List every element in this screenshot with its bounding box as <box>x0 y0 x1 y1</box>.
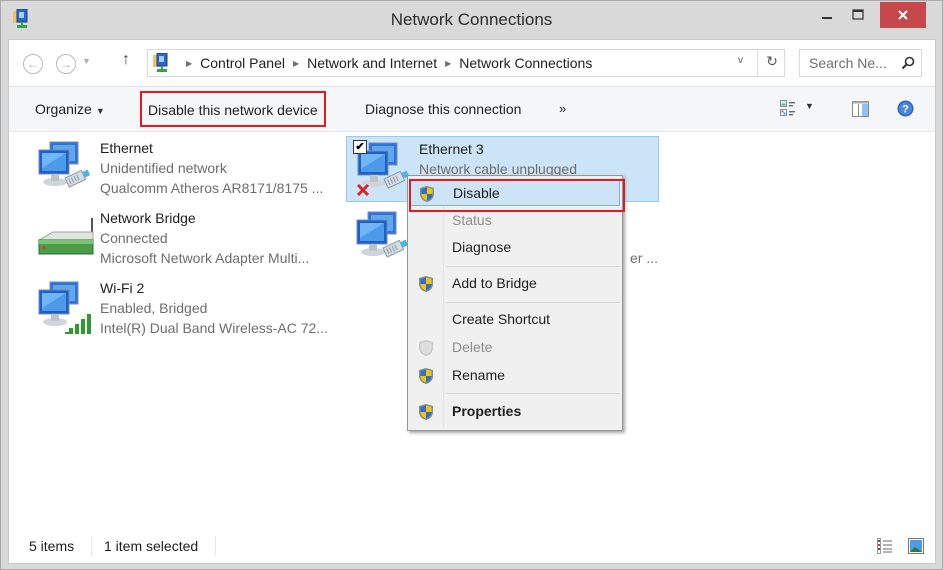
menu-item-delete[interactable]: Delete <box>410 335 620 361</box>
item-selection-checkbox[interactable]: ✔ <box>353 140 367 154</box>
help-icon[interactable]: ? <box>897 100 914 117</box>
menu-item-create-shortcut[interactable]: Create Shortcut <box>410 307 620 333</box>
view-options-chevron-icon[interactable]: ▼ <box>805 101 814 111</box>
breadcrumb-separator-icon[interactable]: ▶ <box>445 59 451 68</box>
details-view-icon[interactable] <box>877 538 893 554</box>
uac-shield-icon <box>419 368 433 384</box>
maximize-button[interactable] <box>844 1 872 29</box>
chevron-down-icon: ▼ <box>95 106 105 116</box>
up-button[interactable]: ↑ <box>122 51 130 69</box>
uac-shield-disabled-icon <box>419 340 433 356</box>
breadcrumb-network-connections[interactable]: Network Connections <box>459 55 592 71</box>
uac-shield-icon <box>419 276 433 292</box>
recent-locations-dropdown[interactable]: ▼ <box>82 56 91 66</box>
preview-pane-icon[interactable] <box>852 101 869 117</box>
title-bar[interactable]: Network Connections <box>1 1 942 39</box>
uac-shield-icon <box>419 404 433 420</box>
menu-item-label: Status <box>452 212 492 228</box>
menu-item-label: Delete <box>452 339 493 355</box>
wireless-network-icon <box>38 281 91 334</box>
network-bridge-icon <box>37 218 94 255</box>
item-count: 5 items <box>29 538 75 554</box>
back-arrow-icon: ← <box>27 57 39 71</box>
connection-device: Microsoft Network Adapter Multi... <box>100 250 310 266</box>
connection-device: Qualcomm Atheros AR8171/8175 ... <box>100 180 324 196</box>
breadcrumb-separator-icon[interactable]: ▶ <box>186 59 192 68</box>
search-placeholder: Search Ne... <box>809 55 887 71</box>
connection-name: Network Bridge <box>100 210 196 226</box>
close-button[interactable] <box>880 2 926 28</box>
connection-name: Ethernet <box>100 140 153 156</box>
menu-separator <box>446 302 620 303</box>
menu-item-properties[interactable]: Properties <box>410 399 620 425</box>
menu-item-label: Rename <box>452 367 505 383</box>
search-icon <box>901 56 915 70</box>
context-menu: Disable Status Diagnose Add to Bridge Cr… <box>407 175 625 431</box>
wired-network-icon <box>356 211 409 258</box>
connection-item-network-bridge[interactable]: Network Bridge Connected Microsoft Netwo… <box>35 210 345 278</box>
connection-status: Enabled, Bridged <box>100 300 208 316</box>
minimize-icon <box>822 17 832 19</box>
navigation-bar: ← → ▼ ↑ ▶ Control Panel ▶ Network and In… <box>9 40 935 86</box>
window-title: Network Connections <box>390 10 553 29</box>
minimize-button[interactable] <box>813 1 841 29</box>
connection-status: Unidentified network <box>100 160 227 176</box>
menu-item-label: Add to Bridge <box>452 275 537 291</box>
menu-separator <box>446 266 620 267</box>
address-bar[interactable]: ▶ Control Panel ▶ Network and Internet ▶… <box>147 49 785 77</box>
address-divider <box>757 50 758 76</box>
connection-item-wi-fi-2[interactable]: Wi-Fi 2 Enabled, Bridged Intel(R) Dual B… <box>35 280 345 348</box>
status-divider <box>91 536 92 556</box>
svg-text:?: ? <box>902 104 909 116</box>
search-input[interactable]: Search Ne... <box>799 49 922 77</box>
address-history-dropdown[interactable]: v <box>738 55 743 66</box>
menu-item-rename[interactable]: Rename <box>410 363 620 389</box>
change-view-icon[interactable] <box>780 100 796 116</box>
large-icons-view-icon[interactable] <box>908 538 924 554</box>
connection-device: er ... <box>630 250 659 266</box>
diagnose-connection-button[interactable]: Diagnose this connection <box>355 87 531 131</box>
breadcrumb-network-and-internet[interactable]: Network and Internet <box>307 55 437 71</box>
control-panel-icon <box>153 53 168 72</box>
connection-status: Connected <box>100 230 168 246</box>
breadcrumb-control-panel[interactable]: Control Panel <box>200 55 285 71</box>
more-commands-button[interactable]: » <box>549 87 576 131</box>
menu-item-label: Disable <box>453 185 500 201</box>
close-icon <box>898 10 908 20</box>
menu-item-disable[interactable]: Disable <box>409 179 625 212</box>
menu-item-label: Diagnose <box>452 239 512 255</box>
maximize-icon <box>852 9 864 20</box>
forward-button[interactable]: → <box>56 54 76 74</box>
menu-item-label: Create Shortcut <box>452 311 551 327</box>
connection-device: Intel(R) Dual Band Wireless-AC 72... <box>100 320 328 336</box>
command-bar: Organize ▼ Disable this network device Di… <box>9 86 935 132</box>
breadcrumb: ▶ Control Panel ▶ Network and Internet ▶… <box>178 55 592 71</box>
organize-label: Organize <box>35 101 92 117</box>
status-bar: 5 items 1 item selected <box>9 529 935 563</box>
menu-item-diagnose[interactable]: Diagnose <box>410 235 620 261</box>
menu-separator <box>446 393 620 394</box>
connection-name: Wi-Fi 2 <box>100 280 145 296</box>
menu-item-status[interactable]: Status <box>410 208 620 234</box>
menu-item-add-to-bridge[interactable]: Add to Bridge <box>410 271 620 297</box>
network-connections-window: Network Connections ← → ▼ ↑ ▶ Control Pa… <box>0 0 943 570</box>
disable-network-device-button[interactable]: Disable this network device <box>140 91 326 127</box>
menu-item-label: Properties <box>452 403 522 419</box>
status-divider <box>215 536 216 556</box>
wired-network-icon <box>38 141 91 188</box>
connection-name: Ethernet 3 <box>419 141 484 157</box>
organize-menu-button[interactable]: Organize ▼ <box>25 87 115 131</box>
forward-arrow-icon: → <box>60 57 72 71</box>
uac-shield-icon <box>420 186 434 202</box>
refresh-button[interactable]: ↻ <box>762 53 782 70</box>
connection-item-ethernet[interactable]: Ethernet Unidentified network Qualcomm A… <box>35 140 345 208</box>
selection-count: 1 item selected <box>104 538 199 554</box>
breadcrumb-separator-icon[interactable]: ▶ <box>293 59 299 68</box>
back-button[interactable]: ← <box>23 54 43 74</box>
